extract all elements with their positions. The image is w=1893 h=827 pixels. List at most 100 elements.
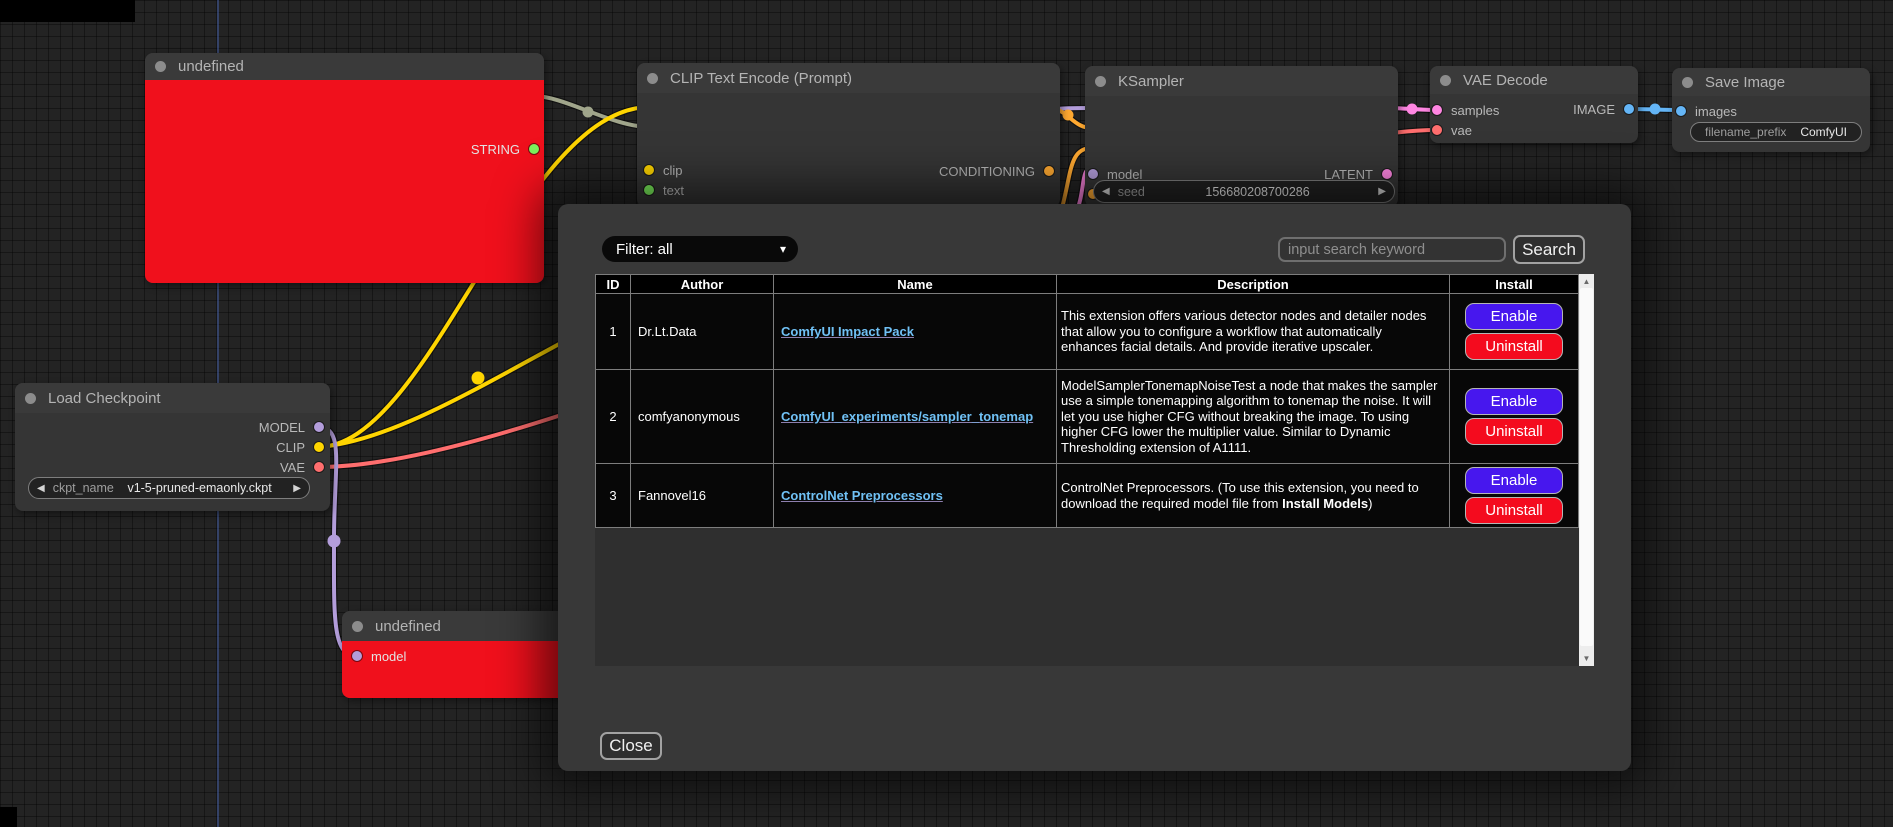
slot-label: samples: [1451, 103, 1499, 118]
collapse-dot-icon[interactable]: [155, 61, 166, 72]
extension-name: ComfyUI Impact Pack: [774, 294, 1057, 370]
output-slot-image[interactable]: IMAGE: [1573, 101, 1634, 117]
extension-install-cell: Enable Uninstall: [1450, 370, 1579, 464]
input-slot-model[interactable]: model: [352, 648, 406, 664]
input-slot-samples[interactable]: samples: [1432, 102, 1499, 118]
node-ksampler[interactable]: KSampler model positive negative latent_…: [1085, 66, 1398, 207]
filename-prefix-widget[interactable]: filename_prefix ComfyUI: [1690, 122, 1862, 142]
node-title: undefined: [178, 58, 244, 75]
node-title-bar[interactable]: KSampler: [1085, 66, 1398, 96]
scroll-down-icon[interactable]: ▼: [1579, 654, 1594, 663]
table-header-cell: ID: [596, 275, 631, 294]
output-slot-vae[interactable]: VAE: [280, 459, 324, 475]
uninstall-button[interactable]: Uninstall: [1465, 497, 1563, 524]
ckpt-name-widget[interactable]: ◀ ckpt_name v1-5-pruned-emaonly.ckpt ▶: [28, 477, 310, 499]
extension-link[interactable]: ControlNet Preprocessors: [781, 488, 943, 503]
slot-dot[interactable]: [314, 462, 324, 472]
widget-value: v1-5-pruned-emaonly.ckpt: [114, 481, 285, 495]
reroute-dot: [472, 372, 485, 385]
search-input[interactable]: [1278, 237, 1506, 262]
close-button[interactable]: Close: [600, 732, 662, 760]
node-clip-text-encode[interactable]: CLIP Text Encode (Prompt) clip text COND…: [637, 63, 1060, 207]
extension-link[interactable]: ComfyUI_experiments/sampler_tonemap: [781, 409, 1033, 424]
node-vae-decode[interactable]: VAE Decode samples vae IMAGE: [1430, 66, 1638, 143]
extension-description: This extension offers various detector n…: [1057, 294, 1450, 370]
node-title: CLIP Text Encode (Prompt): [670, 70, 852, 87]
slot-dot[interactable]: [644, 185, 654, 195]
collapse-dot-icon[interactable]: [647, 73, 658, 84]
enable-button[interactable]: Enable: [1465, 388, 1563, 415]
node-title: Save Image: [1705, 74, 1785, 91]
input-slot-images[interactable]: images: [1676, 103, 1737, 119]
node-title-bar[interactable]: VAE Decode: [1430, 66, 1638, 94]
extension-name: ComfyUI_experiments/sampler_tonemap: [774, 370, 1057, 464]
node-title-bar[interactable]: CLIP Text Encode (Prompt): [637, 63, 1060, 93]
slot-dot[interactable]: [1382, 169, 1392, 179]
widget-value: 156680208700286: [1145, 185, 1370, 199]
node-title-bar[interactable]: Load Checkpoint: [15, 383, 330, 413]
reroute-dot: [1650, 104, 1661, 115]
node-title: Load Checkpoint: [48, 390, 161, 407]
slot-dot[interactable]: [1432, 125, 1442, 135]
widget-label: filename_prefix: [1705, 125, 1786, 139]
node-load-checkpoint[interactable]: Load Checkpoint MODEL CLIP VAE ◀ ckpt_na…: [15, 383, 330, 511]
slot-dot[interactable]: [644, 165, 654, 175]
slot-dot[interactable]: [352, 651, 362, 661]
chevron-down-icon: ▾: [780, 242, 786, 256]
extension-manager-dialog: Filter: all ▾ Search IDAuthorNameDescrip…: [558, 204, 1631, 771]
extension-name: ControlNet Preprocessors: [774, 464, 1057, 528]
uninstall-button[interactable]: Uninstall: [1465, 333, 1563, 360]
slot-dot[interactable]: [1432, 105, 1442, 115]
enable-button[interactable]: Enable: [1465, 303, 1563, 330]
collapse-dot-icon[interactable]: [25, 393, 36, 404]
search-button[interactable]: Search: [1513, 235, 1585, 264]
widget-arrow-right-icon[interactable]: ▶: [1370, 186, 1394, 197]
output-slot-model[interactable]: MODEL: [259, 419, 324, 435]
node-title-bar[interactable]: undefined: [145, 53, 544, 80]
node-undefined-top[interactable]: undefined STRING: [145, 53, 544, 283]
slot-dot[interactable]: [314, 422, 324, 432]
node-save-image[interactable]: Save Image images filename_prefix ComfyU…: [1672, 68, 1870, 152]
slot-dot[interactable]: [1676, 106, 1686, 116]
table-row: 1Dr.Lt.Data ComfyUI Impact Pack This exten…: [596, 294, 1579, 370]
extension-id: 1: [596, 294, 631, 370]
slot-dot[interactable]: [529, 144, 539, 154]
extension-description: ControlNet Preprocessors. (To use this e…: [1057, 464, 1450, 528]
collapse-dot-icon[interactable]: [352, 621, 363, 632]
slot-dot[interactable]: [1044, 166, 1054, 176]
uninstall-button[interactable]: Uninstall: [1465, 418, 1563, 445]
collapse-dot-icon[interactable]: [1682, 77, 1693, 88]
collapse-dot-icon[interactable]: [1095, 76, 1106, 87]
collapse-dot-icon[interactable]: [1440, 75, 1451, 86]
widget-value: ComfyUI: [1786, 125, 1861, 139]
widget-label: ckpt_name: [53, 481, 114, 495]
extension-link[interactable]: ComfyUI Impact Pack: [781, 324, 914, 339]
output-slot-string[interactable]: STRING: [471, 141, 539, 157]
reroute-dot: [1407, 104, 1418, 115]
node-title-bar[interactable]: Save Image: [1672, 68, 1870, 96]
filter-dropdown[interactable]: Filter: all ▾: [602, 236, 798, 262]
output-slot-clip[interactable]: CLIP: [276, 439, 324, 455]
extension-description: ModelSamplerTonemapNoiseTest a node that…: [1057, 370, 1450, 464]
table-header-cell: Install: [1450, 275, 1579, 294]
slot-dot[interactable]: [314, 442, 324, 452]
widget-arrow-left-icon[interactable]: ◀: [1094, 186, 1118, 197]
widget-arrow-right-icon[interactable]: ▶: [285, 483, 309, 494]
extension-table-container: IDAuthorNameDescriptionInstall 1Dr.Lt.Da…: [595, 274, 1594, 666]
input-slot-vae[interactable]: vae: [1432, 122, 1472, 138]
table-scrollbar[interactable]: ▲ ▼: [1579, 274, 1594, 666]
widget-label: seed: [1118, 185, 1145, 199]
scroll-up-icon[interactable]: ▲: [1579, 277, 1594, 286]
slot-dot[interactable]: [1624, 104, 1634, 114]
seed-widget[interactable]: ◀ seed 156680208700286 ▶: [1093, 180, 1395, 203]
widget-arrow-left-icon[interactable]: ◀: [29, 483, 53, 494]
extension-author: Dr.Lt.Data: [631, 294, 774, 370]
enable-button[interactable]: Enable: [1465, 467, 1563, 494]
slot-label: VAE: [280, 460, 305, 475]
scrollbar-thumb[interactable]: [1580, 288, 1593, 646]
extension-table: IDAuthorNameDescriptionInstall 1Dr.Lt.Da…: [595, 274, 1579, 528]
input-slot-text[interactable]: text: [644, 182, 684, 198]
input-slot-clip[interactable]: clip: [644, 162, 683, 178]
slot-dot[interactable]: [1088, 169, 1098, 179]
output-slot-conditioning[interactable]: CONDITIONING: [939, 163, 1054, 179]
